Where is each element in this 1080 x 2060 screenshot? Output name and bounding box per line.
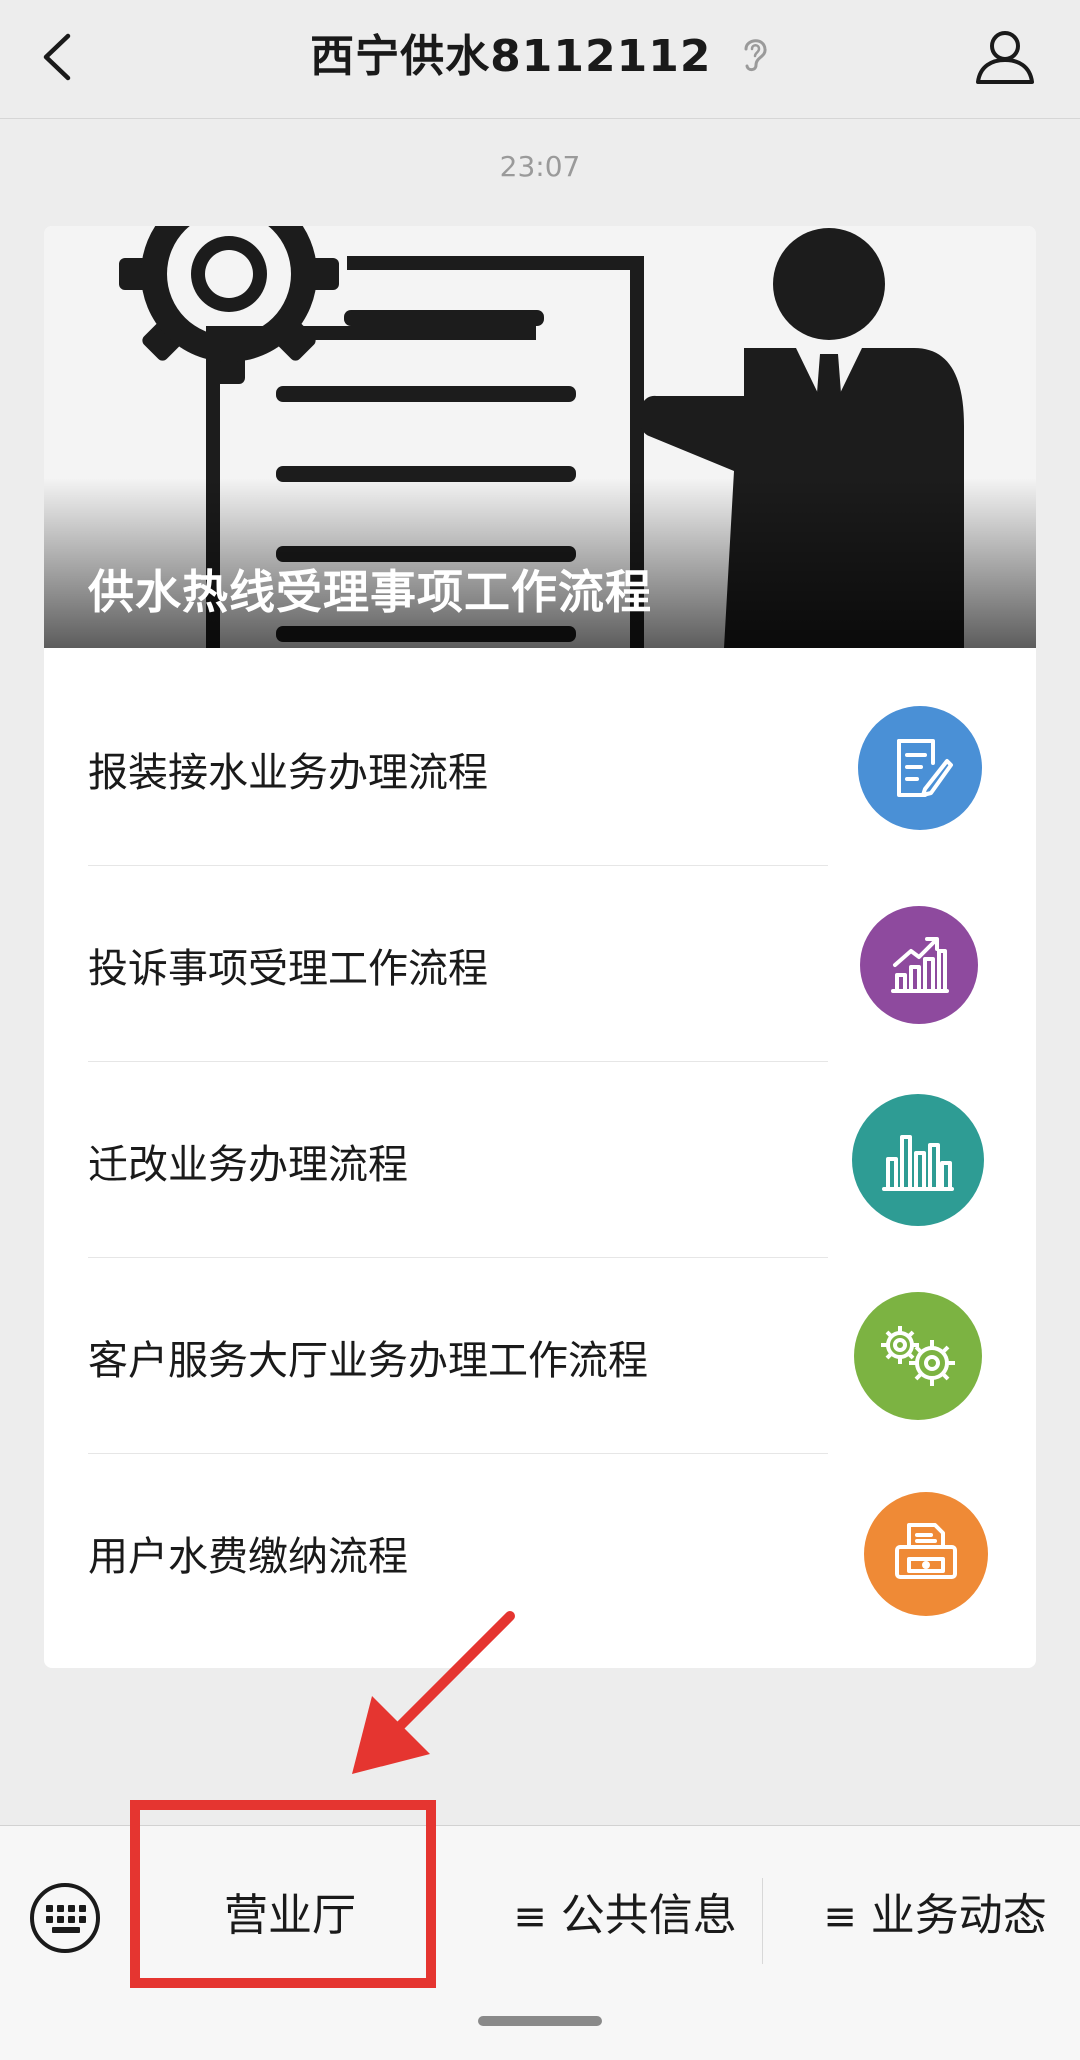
hamburger-icon: ≡ bbox=[823, 1894, 857, 1940]
article-item-label: 报装接水业务办理流程 bbox=[88, 750, 488, 796]
article-item-complaints[interactable]: 投诉事项受理工作流程 bbox=[44, 866, 1036, 1062]
message-timestamp: 23:07 bbox=[499, 150, 581, 183]
keyboard-icon bbox=[30, 1883, 100, 1953]
article-item-service-hall[interactable]: 客户服务大厅业务办理工作流程 bbox=[44, 1258, 1036, 1454]
hero-banner[interactable]: 供水热线受理事项工作流程 bbox=[44, 226, 1036, 648]
hamburger-icon: ≡ bbox=[513, 1894, 547, 1940]
annotation-arrow bbox=[352, 1611, 515, 1774]
home-indicator[interactable] bbox=[478, 2016, 602, 2026]
person-icon bbox=[976, 31, 1034, 84]
menu-business-news[interactable]: ≡ 业务动态 bbox=[790, 1866, 1080, 1966]
article-item-label: 用户水费缴纳流程 bbox=[88, 1534, 408, 1580]
menu-public-info[interactable]: ≡ 公共信息 bbox=[475, 1866, 775, 1966]
ear-icon bbox=[740, 24, 770, 94]
article-card[interactable]: 供水热线受理事项工作流程 报装接水业务办理流程 投诉事项受理工作流程 迁改业务办… bbox=[44, 226, 1036, 1668]
gears-icon bbox=[854, 1292, 982, 1420]
chat-title-text: 西宁供水8112112 bbox=[310, 31, 712, 82]
article-item-label: 客户服务大厅业务办理工作流程 bbox=[88, 1338, 648, 1384]
chat-title: 西宁供水8112112 bbox=[0, 22, 1080, 94]
growth-chart-icon bbox=[860, 906, 978, 1024]
article-item-label: 迁改业务办理流程 bbox=[88, 1142, 408, 1188]
keyboard-toggle-button[interactable] bbox=[28, 1881, 102, 1955]
printer-icon bbox=[864, 1492, 988, 1616]
article-item-relocation[interactable]: 迁改业务办理流程 bbox=[44, 1062, 1036, 1258]
article-item-label: 投诉事项受理工作流程 bbox=[88, 946, 488, 992]
article-item-installation[interactable]: 报装接水业务办理流程 bbox=[44, 670, 1036, 866]
profile-button[interactable] bbox=[970, 22, 1040, 92]
menu-divider bbox=[762, 1878, 763, 1964]
annotation-highlight-box bbox=[130, 1800, 436, 1988]
bar-chart-icon bbox=[852, 1094, 984, 1226]
hero-title: 供水热线受理事项工作流程 bbox=[88, 565, 652, 619]
top-nav-bar: 西宁供水8112112 bbox=[0, 0, 1080, 119]
menu-label: 业务动态 bbox=[870, 1890, 1047, 1941]
menu-label: 公共信息 bbox=[560, 1890, 737, 1941]
document-pen-icon bbox=[858, 706, 982, 830]
article-item-water-bill[interactable]: 用户水费缴纳流程 bbox=[44, 1454, 1036, 1650]
